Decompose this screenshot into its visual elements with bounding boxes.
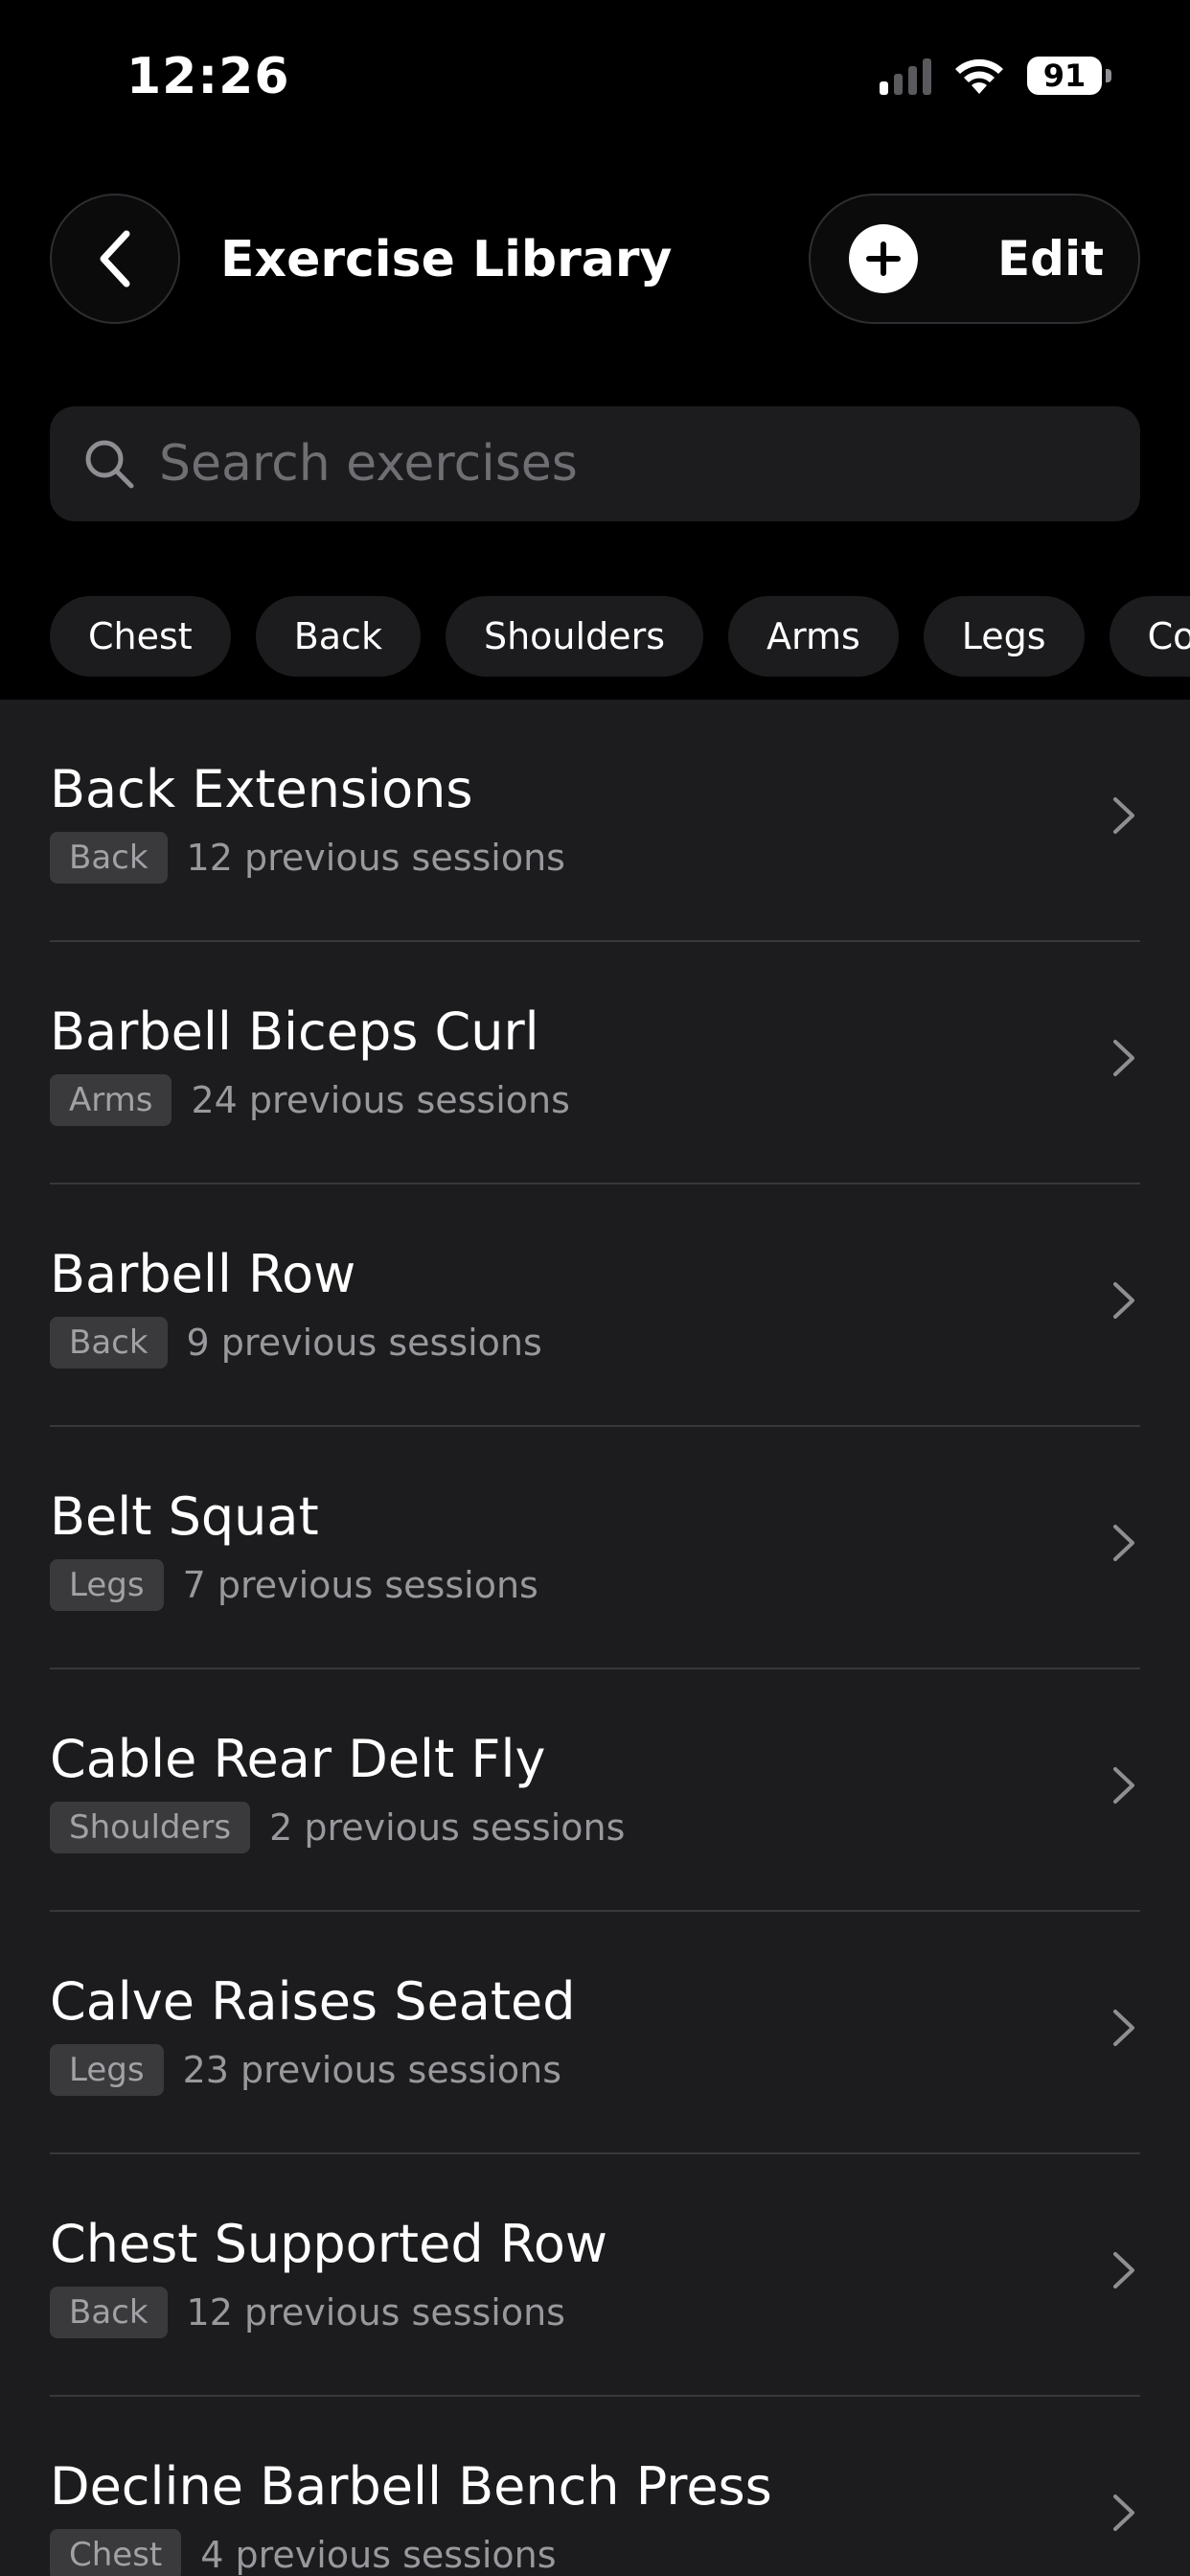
chevron-right-icon	[1113, 2495, 1134, 2531]
category-tag: Shoulders	[50, 1802, 251, 1853]
category-tag: Arms	[50, 1074, 172, 1126]
exercise-meta: Legs 7 previous sessions	[50, 1559, 538, 1611]
filter-chip-chest[interactable]: Chest	[50, 596, 231, 677]
session-count: 23 previous sessions	[182, 2049, 561, 2091]
filter-chip-legs[interactable]: Legs	[923, 596, 1085, 677]
back-button[interactable]	[50, 194, 180, 324]
exercise-row[interactable]: Cable Rear Delt Fly Shoulders 2 previous…	[50, 1669, 1140, 1912]
category-tag: Back	[50, 1317, 168, 1368]
category-tag: Legs	[50, 1559, 164, 1611]
exercise-meta: Back 12 previous sessions	[50, 832, 565, 884]
status-icons: 91	[880, 56, 1111, 96]
cellular-signal-icon	[880, 57, 931, 95]
chevron-right-icon	[1113, 2010, 1134, 2046]
exercise-meta: Back 9 previous sessions	[50, 1317, 542, 1368]
filter-chip-shoulders[interactable]: Shoulders	[445, 596, 703, 677]
category-tag: Back	[50, 832, 168, 884]
exercise-meta: Back 12 previous sessions	[50, 2287, 565, 2338]
session-count: 7 previous sessions	[182, 1564, 538, 1606]
category-tag: Legs	[50, 2044, 164, 2096]
exercise-row[interactable]: Barbell Row Back 9 previous sessions	[50, 1184, 1140, 1427]
session-count: 12 previous sessions	[186, 2291, 565, 2334]
chevron-right-icon	[1113, 1525, 1134, 1561]
exercise-row[interactable]: Barbell Biceps Curl Arms 24 previous ses…	[50, 942, 1140, 1184]
category-tag: Chest	[50, 2529, 182, 2576]
session-count: 4 previous sessions	[200, 2534, 557, 2576]
filter-chip-core[interactable]: Core	[1109, 596, 1190, 677]
chevron-left-icon	[100, 230, 130, 288]
chevron-right-icon	[1113, 1767, 1134, 1804]
category-tag: Back	[50, 2287, 168, 2338]
exercise-name: Belt Squat	[50, 1486, 319, 1547]
exercise-meta: Arms 24 previous sessions	[50, 1074, 570, 1126]
page-title: Exercise Library	[220, 231, 673, 288]
header-actions: Edit	[809, 194, 1140, 324]
exercise-row[interactable]: Back Extensions Back 12 previous session…	[50, 700, 1140, 942]
exercise-name: Barbell Row	[50, 1244, 356, 1304]
chevron-right-icon	[1113, 1282, 1134, 1319]
exercise-name: Decline Barbell Bench Press	[50, 2456, 772, 2517]
plus-icon	[866, 242, 901, 276]
magnifier-icon	[80, 435, 138, 493]
exercise-list: Back Extensions Back 12 previous session…	[0, 700, 1190, 2576]
battery-icon: 91	[1027, 57, 1111, 95]
status-bar: 12:26 91	[0, 0, 1190, 153]
session-count: 2 previous sessions	[269, 1806, 626, 1849]
filter-chip-back[interactable]: Back	[255, 596, 421, 677]
battery-level: 91	[1027, 57, 1102, 95]
chevron-right-icon	[1113, 797, 1134, 834]
chevron-right-icon	[1113, 1040, 1134, 1076]
filter-chip-arms[interactable]: Arms	[728, 596, 899, 677]
session-count: 9 previous sessions	[186, 1322, 542, 1364]
exercise-row[interactable]: Decline Barbell Bench Press Chest 4 prev…	[50, 2397, 1140, 2576]
add-exercise-button[interactable]	[849, 224, 918, 293]
exercise-row[interactable]: Chest Supported Row Back 12 previous ses…	[50, 2154, 1140, 2397]
exercise-name: Barbell Biceps Curl	[50, 1001, 539, 1062]
session-count: 12 previous sessions	[186, 837, 565, 879]
exercise-meta: Shoulders 2 previous sessions	[50, 1802, 625, 1853]
exercise-row[interactable]: Calve Raises Seated Legs 23 previous ses…	[50, 1912, 1140, 2154]
exercise-name: Cable Rear Delt Fly	[50, 1729, 546, 1789]
wifi-icon	[955, 58, 1003, 94]
edit-button[interactable]: Edit	[997, 231, 1104, 287]
status-time: 12:26	[126, 48, 290, 105]
session-count: 24 previous sessions	[191, 1079, 570, 1121]
exercise-name: Calve Raises Seated	[50, 1971, 576, 2032]
search-input[interactable]: Search exercises	[50, 406, 1140, 521]
exercise-meta: Legs 23 previous sessions	[50, 2044, 561, 2096]
exercise-meta: Chest 4 previous sessions	[50, 2529, 557, 2576]
search-placeholder: Search exercises	[159, 435, 578, 493]
exercise-name: Chest Supported Row	[50, 2214, 608, 2274]
exercise-name: Back Extensions	[50, 759, 473, 819]
category-filter-row: Chest Back Shoulders Arms Legs Core	[50, 596, 1190, 677]
exercise-row[interactable]: Belt Squat Legs 7 previous sessions	[50, 1427, 1140, 1669]
chevron-right-icon	[1113, 2252, 1134, 2288]
